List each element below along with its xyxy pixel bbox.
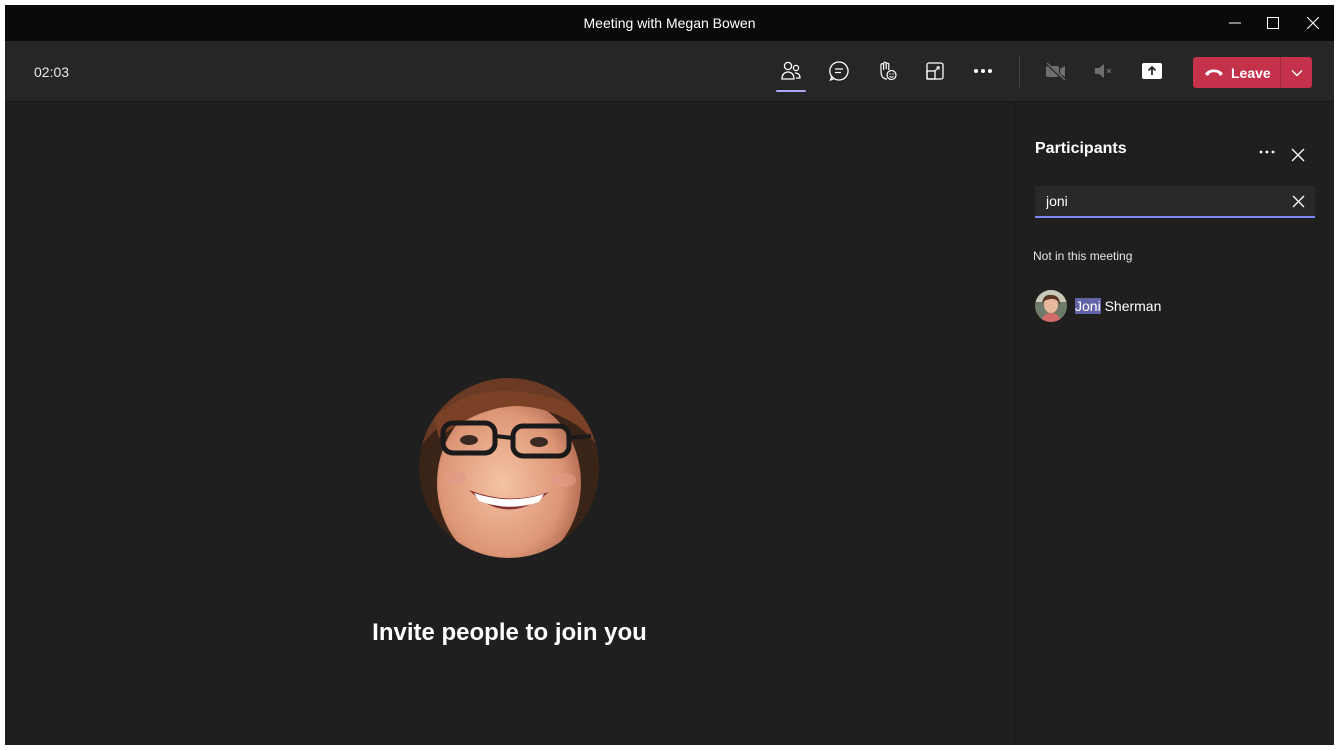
panel-close-button[interactable]: [1287, 144, 1309, 166]
share-icon: [1142, 63, 1162, 79]
leave-button[interactable]: Leave: [1193, 57, 1312, 88]
mic-muted-icon: [1095, 64, 1112, 78]
maximize-button[interactable]: [1260, 11, 1286, 35]
participant-name: Joni Sherman: [1075, 298, 1161, 314]
chevron-down-icon: [1291, 69, 1302, 76]
panel-more-button[interactable]: [1255, 142, 1279, 162]
raise-hand-icon: [880, 61, 897, 81]
avatar: [1035, 290, 1067, 322]
meeting-stage: Invite people to join you: [5, 102, 1014, 745]
title-bar: Meeting with Megan Bowen: [5, 5, 1334, 41]
search-highlight: Joni: [1075, 298, 1101, 314]
panel-title: Participants: [1035, 140, 1127, 157]
close-icon: [1292, 195, 1304, 207]
chat-button[interactable]: [821, 53, 857, 89]
avatar-photo: [1035, 290, 1067, 322]
more-actions-button[interactable]: [965, 53, 1001, 89]
more-icon: [1259, 150, 1275, 154]
participant-search-field[interactable]: [1035, 186, 1315, 218]
hang-up-icon: [1205, 69, 1223, 76]
breakout-rooms-button[interactable]: [917, 53, 953, 89]
leave-options-button[interactable]: [1281, 57, 1312, 88]
invite-message: Invite people to join you: [372, 619, 647, 646]
leave-main-button[interactable]: Leave: [1193, 57, 1281, 88]
share-content-button[interactable]: [1134, 53, 1170, 89]
section-label: Not in this meeting: [1033, 249, 1133, 263]
toolbar-divider: [1019, 55, 1020, 87]
minimize-button[interactable]: [1222, 11, 1248, 35]
participants-icon: [781, 61, 801, 80]
meeting-timer: 02:03: [34, 64, 70, 80]
close-icon: [1307, 17, 1319, 29]
camera-toggle-button[interactable]: [1038, 53, 1074, 89]
window-title: Meeting with Megan Bowen: [583, 15, 756, 31]
mic-toggle-button[interactable]: [1086, 53, 1122, 89]
active-indicator: [776, 90, 806, 92]
minimize-icon: [1229, 22, 1241, 24]
participants-panel: Participants Not in this meeting: [1014, 102, 1334, 745]
participant-item[interactable]: Joni Sherman: [1035, 288, 1315, 324]
close-icon: [1291, 148, 1305, 162]
maximize-icon: [1267, 17, 1279, 29]
participant-name-rest: Sherman: [1100, 298, 1162, 314]
raise-hand-button[interactable]: [869, 53, 905, 89]
breakout-icon: [926, 62, 944, 80]
organizer-avatar: [419, 378, 599, 558]
participants-button[interactable]: [773, 53, 809, 92]
avatar-photo: [419, 378, 599, 558]
close-window-button[interactable]: [1300, 11, 1326, 35]
teams-meeting-window: Meeting with Megan Bowen 02:03 Leave Inv…: [5, 5, 1334, 745]
meeting-toolbar: 02:03 Leave: [5, 41, 1334, 102]
chat-icon: [829, 61, 849, 82]
participant-search-input[interactable]: [1035, 186, 1286, 216]
leave-label: Leave: [1231, 64, 1271, 81]
more-icon: [974, 69, 992, 73]
search-clear-button[interactable]: [1289, 192, 1307, 210]
camera-off-icon: [1045, 62, 1066, 81]
